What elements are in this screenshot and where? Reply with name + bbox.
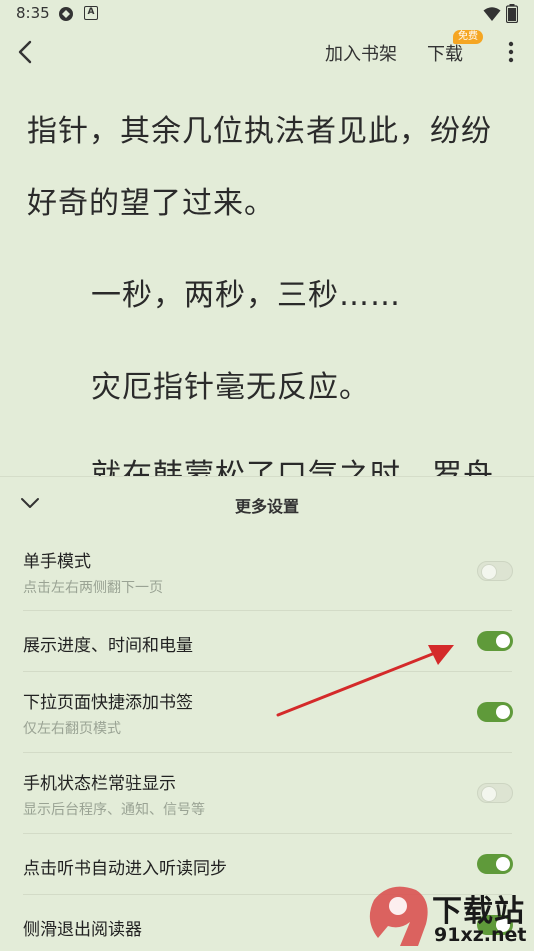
- setting-row-status-bar[interactable]: 手机状态栏常驻显示 显示后台程序、通知、信号等: [0, 753, 534, 834]
- status-bar: 8:35 A: [0, 0, 534, 28]
- reading-content[interactable]: 指针，其余几位执法者见此，纷纷 好奇的望了过来。 一秒，两秒，三秒…… 灾厄指针…: [0, 90, 534, 476]
- toggle-knob: [481, 564, 497, 580]
- setting-title: 点击听书自动进入听读同步: [23, 859, 227, 879]
- wifi-icon: [483, 7, 501, 21]
- battery-icon: [506, 4, 518, 23]
- one-hand-mode-toggle[interactable]: [477, 561, 513, 581]
- annotation-arrow: [276, 645, 454, 717]
- setting-row-one-hand-mode[interactable]: 单手模式 点击左右两侧翻下一页: [0, 533, 534, 611]
- setting-title: 手机状态栏常驻显示: [23, 774, 176, 794]
- pull-bookmark-toggle[interactable]: [477, 702, 513, 722]
- notification-a-icon: A: [84, 6, 98, 20]
- watermark-url: 91xz.net: [434, 924, 527, 946]
- audio-sync-toggle[interactable]: [477, 854, 513, 874]
- panel-title: 更多设置: [234, 497, 299, 516]
- status-bar-toggle[interactable]: [477, 783, 513, 803]
- text-line: 就在韩蒙松了口气之时，罗舟: [91, 458, 494, 476]
- setting-subtitle: 仅左右翻页模式: [23, 721, 121, 737]
- setting-title: 下拉页面快捷添加书签: [23, 693, 193, 713]
- reader-top-bar: 加入书架 下载 免费: [0, 28, 534, 76]
- setting-title: 侧滑退出阅读器: [23, 920, 142, 940]
- text-line: 一秒，两秒，三秒……: [91, 278, 401, 313]
- text-line: 指针，其余几位执法者见此，纷纷: [27, 114, 492, 149]
- setting-title: 单手模式: [23, 552, 91, 572]
- toggle-knob: [496, 705, 510, 719]
- setting-subtitle: 点击左右两侧翻下一页: [23, 580, 163, 596]
- free-badge: 免费: [453, 30, 483, 44]
- setting-subtitle: 显示后台程序、通知、信号等: [23, 802, 205, 818]
- toggle-knob: [496, 634, 510, 648]
- add-to-shelf-button[interactable]: 加入书架: [325, 40, 397, 66]
- more-options-icon[interactable]: [500, 36, 522, 68]
- toggle-knob: [481, 786, 497, 802]
- text-line: 灾厄指针毫无反应。: [91, 370, 370, 405]
- back-arrow-icon[interactable]: [10, 36, 42, 68]
- setting-title: 展示进度、时间和电量: [23, 636, 193, 656]
- status-time: 8:35: [16, 4, 50, 22]
- sync-icon: [59, 7, 73, 21]
- show-progress-toggle[interactable]: [477, 631, 513, 651]
- text-line: 好奇的望了过来。: [27, 186, 275, 221]
- toggle-knob: [496, 857, 510, 871]
